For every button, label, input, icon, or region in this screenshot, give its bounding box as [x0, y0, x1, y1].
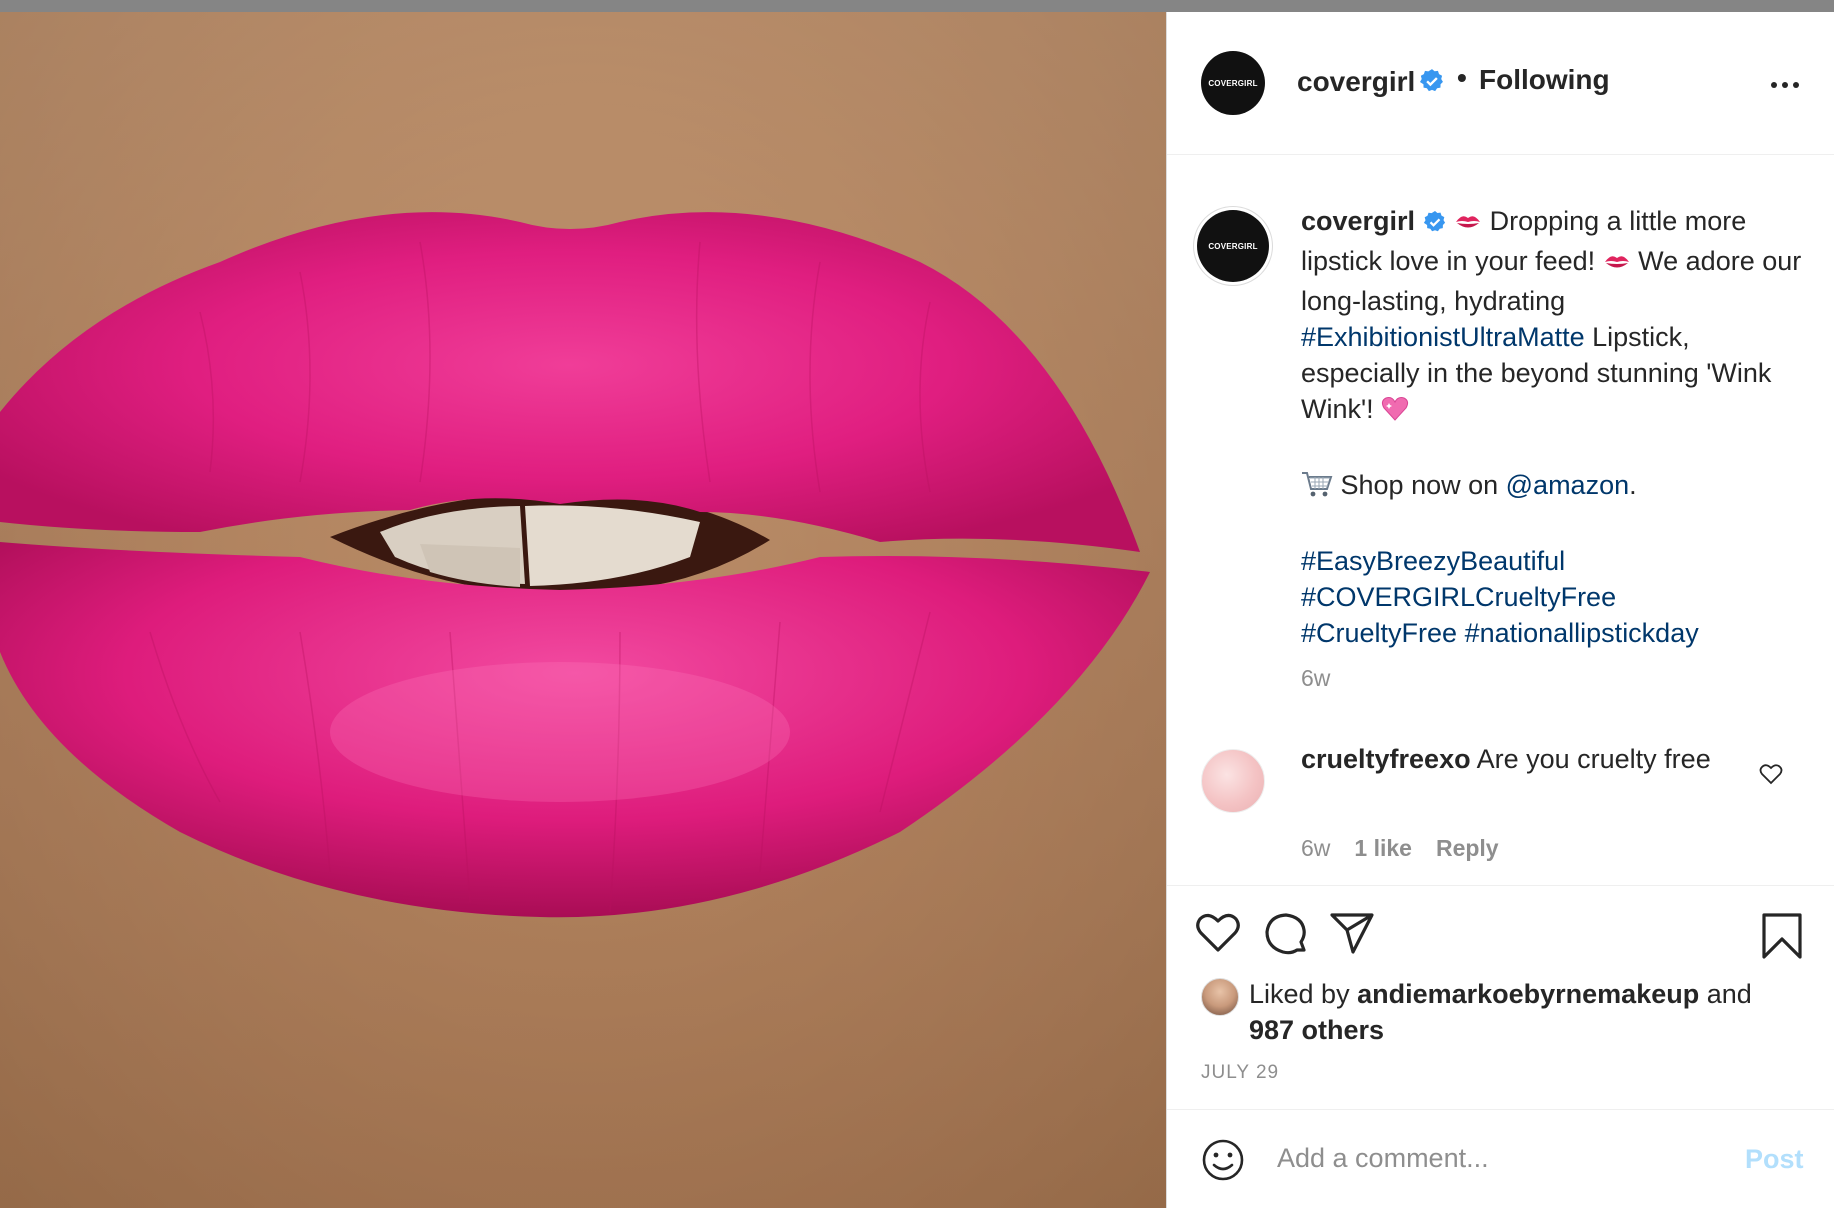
hashtag-link[interactable]: #ExhibitionistUltraMatte [1301, 322, 1585, 352]
liked-by-text: Liked by andiemarkoebyrnemakeup and 987 … [1249, 976, 1809, 1048]
liked-connector: and [1699, 979, 1752, 1009]
comment-input[interactable] [1277, 1136, 1697, 1180]
comments-section: COVERGIRL covergirl Dropping a little mo… [1167, 155, 1834, 885]
header-separator: • [1457, 62, 1467, 93]
caption-author-avatar[interactable]: COVERGIRL [1197, 210, 1269, 282]
reply-button[interactable]: Reply [1436, 835, 1499, 862]
lips-photo [0, 12, 1166, 1208]
comment-body: Are you cruelty free [1470, 744, 1711, 774]
mention-suffix: . [1629, 470, 1637, 500]
caption-text: covergirl Dropping a little more lipstic… [1301, 203, 1811, 651]
commenter-username[interactable]: crueltyfreexo [1301, 744, 1471, 774]
shopping-cart-icon [1301, 470, 1333, 507]
author-username[interactable]: covergirl [1297, 66, 1415, 98]
share-paper-plane-icon[interactable] [1329, 912, 1375, 961]
kiss-mark-icon [1454, 207, 1482, 243]
mention-link[interactable]: @amazon [1506, 470, 1629, 500]
hashtag-link[interactable]: #nationallipstickday [1465, 618, 1699, 648]
comment-text: crueltyfreexo Are you cruelty free [1301, 741, 1731, 777]
emoji-smiley-icon[interactable] [1201, 1138, 1245, 1187]
post-actions: Liked by andiemarkoebyrnemakeup and 987 … [1167, 885, 1834, 1109]
sparkling-heart-icon [1381, 395, 1409, 431]
verified-badge-icon [1423, 207, 1447, 243]
shop-text: Shop now on [1340, 470, 1506, 500]
comment-meta: 6w 1 like Reply [1301, 835, 1499, 862]
author-avatar[interactable]: COVERGIRL [1201, 51, 1265, 115]
post-side-panel: COVERGIRL covergirl • Following COVERGIR… [1166, 12, 1834, 1208]
verified-badge-icon [1419, 68, 1445, 99]
post-image[interactable] [0, 12, 1166, 1208]
liker-username[interactable]: andiemarkoebyrnemakeup [1357, 979, 1699, 1009]
caption-timestamp[interactable]: 6w [1301, 665, 1330, 692]
comment-timestamp[interactable]: 6w [1301, 835, 1330, 862]
more-options-icon[interactable] [1771, 80, 1811, 90]
hashtag-link[interactable]: #CrueltyFree [1301, 618, 1457, 648]
like-heart-icon[interactable] [1195, 912, 1241, 959]
others-likes-link[interactable]: 987 others [1249, 1015, 1384, 1045]
post-comment-button[interactable]: Post [1745, 1144, 1804, 1175]
add-comment-bar: Post [1167, 1109, 1834, 1208]
commenter-avatar[interactable] [1201, 749, 1265, 813]
hashtag-link[interactable]: #COVERGIRLCrueltyFree [1301, 582, 1616, 612]
post-header: COVERGIRL covergirl • Following [1167, 12, 1834, 155]
caption-avatar-text: COVERGIRL [1208, 241, 1258, 251]
comment-likes[interactable]: 1 like [1354, 835, 1412, 862]
liker-avatar[interactable] [1201, 978, 1239, 1016]
kiss-mark-icon [1603, 247, 1631, 283]
browser-top-bar [0, 0, 1834, 12]
following-button[interactable]: Following [1479, 64, 1610, 96]
save-bookmark-icon[interactable] [1761, 912, 1803, 965]
liked-prefix: Liked by [1249, 979, 1358, 1009]
hashtag-link[interactable]: #EasyBreezyBeautiful [1301, 546, 1565, 576]
comment-like-heart-icon[interactable] [1759, 763, 1783, 790]
author-avatar-text: COVERGIRL [1208, 78, 1258, 88]
post-date[interactable]: JULY 29 [1201, 1062, 1279, 1084]
caption-username[interactable]: covergirl [1301, 206, 1415, 236]
comment-bubble-icon[interactable] [1263, 912, 1309, 963]
